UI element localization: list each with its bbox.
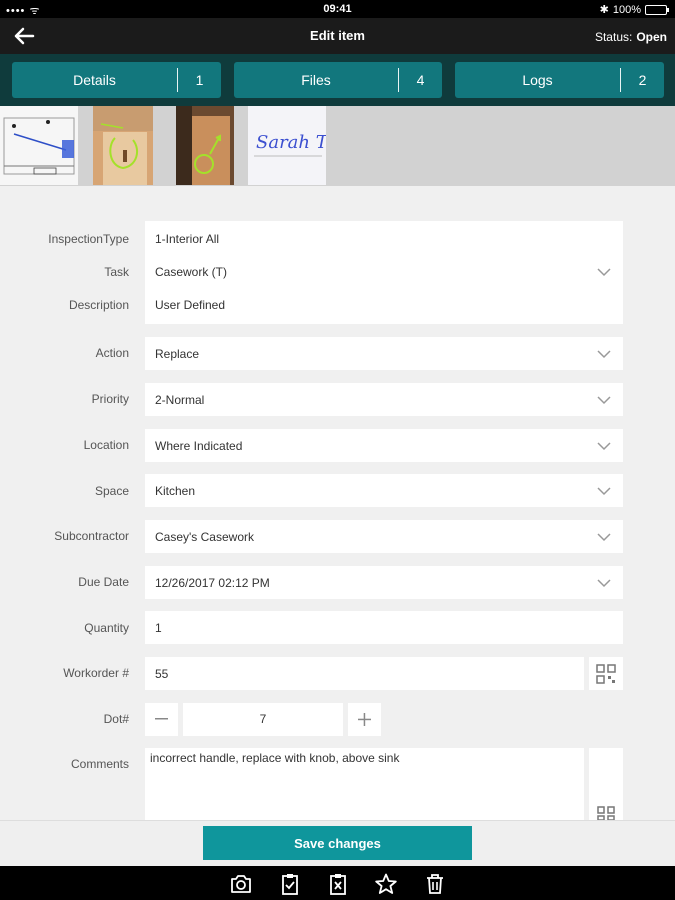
clipboard-x-icon[interactable]: [326, 872, 350, 896]
workorder-qr-button[interactable]: [589, 657, 623, 690]
chevron-down-icon: [597, 268, 611, 277]
bottom-toolbar: [0, 866, 675, 900]
item-form: InspectionType 1-Interior All Task Casew…: [0, 186, 675, 820]
title-bar: Edit item Status: Open: [0, 18, 675, 54]
tab-count: 1: [195, 72, 204, 88]
field-label: Dot#: [103, 712, 129, 726]
space-select[interactable]: [145, 474, 623, 507]
field-label: InspectionType: [48, 232, 129, 246]
field-label: Location: [83, 438, 129, 452]
dot-increment-button[interactable]: [348, 703, 381, 736]
minus-icon: [155, 718, 168, 720]
save-button[interactable]: Save changes: [203, 826, 472, 860]
status-bar: •••• ᯤ 09:41 ✱ 100%: [0, 0, 675, 18]
clipboard-check-icon[interactable]: [278, 872, 302, 896]
qr-code-icon: [597, 806, 615, 820]
tab-label: Files: [301, 72, 331, 88]
plus-icon: [358, 713, 371, 726]
chevron-down-icon: [597, 396, 611, 405]
thumbnail-cabinet-2[interactable]: [176, 106, 254, 185]
thumbnail-floorplan[interactable]: [0, 106, 78, 185]
action-value: Replace: [155, 347, 200, 361]
dot-decrement-button[interactable]: [145, 703, 178, 736]
chevron-down-icon: [597, 533, 611, 542]
field-label: Space: [94, 484, 129, 498]
footer: Save changes: [0, 820, 675, 866]
comments-value: incorrect handle, replace with knob, abo…: [150, 751, 400, 765]
chevron-down-icon: [597, 350, 611, 359]
status-label: Status:: [594, 30, 633, 44]
battery-percent: 100%: [612, 3, 641, 16]
description-value: User Defined: [155, 298, 226, 312]
signature-text: Sarah T: [256, 132, 326, 153]
tab-count: 2: [638, 72, 647, 88]
field-label: Workorder #: [63, 666, 129, 680]
workorder-value: 55: [155, 667, 169, 681]
item-status: Status: Open: [595, 30, 667, 44]
field-label: Task: [104, 265, 129, 279]
thumbnail-cabinet-1[interactable]: [93, 106, 171, 185]
action-select[interactable]: [145, 337, 623, 370]
thumbnail-signature[interactable]: Sarah T: [248, 106, 326, 185]
page-title: Edit item: [310, 28, 365, 43]
bluetooth-icon: ✱: [599, 4, 609, 16]
quantity-value: 1: [155, 621, 162, 635]
task-select[interactable]: Casework (T): [155, 265, 227, 279]
trash-icon[interactable]: [423, 872, 447, 896]
chevron-down-icon: [597, 579, 611, 588]
camera-icon[interactable]: [229, 872, 253, 896]
workorder-field[interactable]: [145, 657, 584, 690]
tab-label: Logs: [522, 72, 553, 88]
space-value: Kitchen: [155, 484, 196, 498]
location-value: Where Indicated: [155, 439, 243, 453]
field-label: Quantity: [84, 621, 129, 635]
status-time: 09:41: [323, 3, 352, 15]
tab-count: 4: [416, 72, 425, 88]
inspection-type-value: 1-Interior All: [155, 232, 220, 246]
quantity-field[interactable]: [145, 611, 623, 644]
tabs-bar: Details 1 Files 4 Logs 2: [0, 54, 675, 106]
field-label: Comments: [70, 757, 129, 771]
field-label: Due Date: [78, 575, 129, 589]
comments-side-button[interactable]: [589, 748, 623, 820]
battery-icon: [645, 4, 669, 15]
field-label: Action: [95, 346, 129, 360]
status-value: Open: [636, 30, 667, 44]
tab-details[interactable]: Details 1: [12, 62, 221, 98]
chevron-down-icon: [597, 442, 611, 451]
tab-label: Details: [73, 72, 116, 88]
subcontractor-value: Casey's Casework: [155, 530, 254, 544]
field-label: Subcontractor: [54, 529, 129, 543]
chevron-down-icon: [597, 487, 611, 496]
star-icon[interactable]: [374, 872, 398, 896]
field-label: Priority: [91, 392, 129, 406]
qr-code-icon: [596, 664, 616, 684]
photo-thumbnails: Sarah T: [0, 106, 675, 186]
field-label: Description: [68, 298, 129, 312]
tab-logs[interactable]: Logs 2: [455, 62, 664, 98]
dot-value: 7: [259, 712, 267, 726]
priority-value: 2-Normal: [155, 393, 205, 407]
priority-select[interactable]: [145, 383, 623, 416]
due-date-value: 12/26/2017 02:12 PM: [155, 576, 270, 590]
tab-files[interactable]: Files 4: [234, 62, 442, 98]
